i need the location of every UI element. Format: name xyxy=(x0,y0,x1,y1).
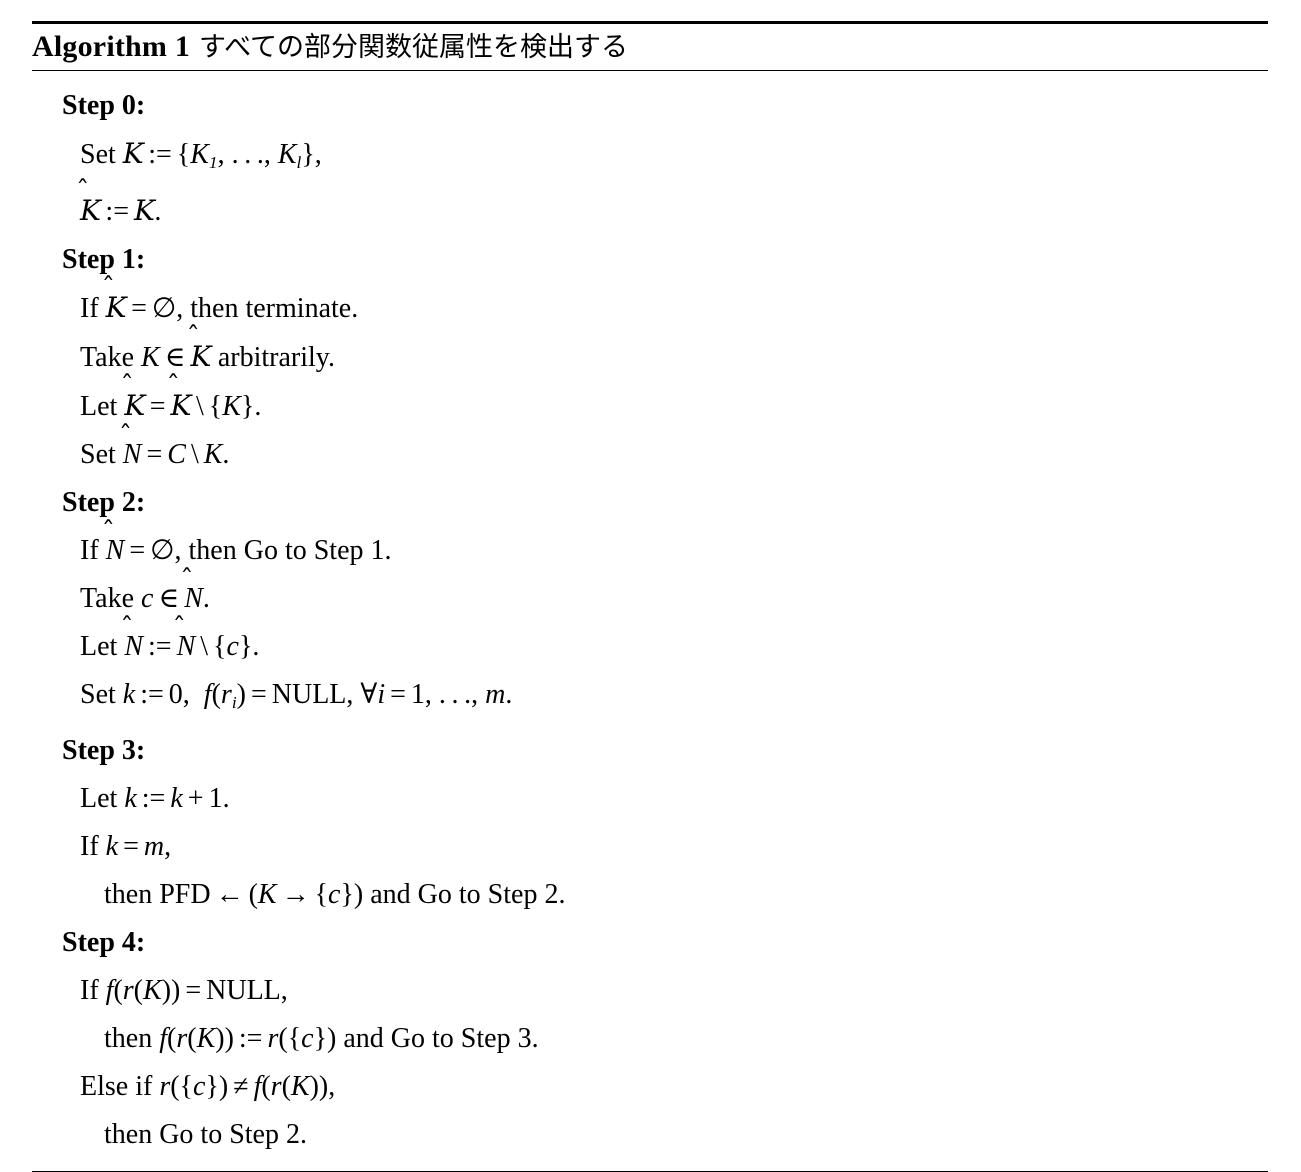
step-group-4: Step 4: If f(r(K)) = NULL, then f(r(K)):= r… xyxy=(32,919,1268,1159)
algorithm-box: Algorithm 1 すべての部分関数従属性を検出する Step 0: Set … xyxy=(32,21,1268,1172)
step-line-2-0: If ̂N=∅, then Go to Step 1. xyxy=(80,534,392,566)
step-group-2: Step 2: If ̂N=∅, then Go to Step 1. Take… xyxy=(32,479,1268,727)
step-line-4-1: then f(r(K)):= r({c}) and Go to Step 3. xyxy=(104,1022,539,1054)
step-line-3-1: If k = m, xyxy=(80,830,172,862)
step-line-1-3: Set ̂N=C\K. xyxy=(80,438,230,470)
step-line-1-1: Take K∈̂K arbitrarily. xyxy=(80,339,335,373)
step-line-1-0: If ̂K=∅, then terminate. xyxy=(80,290,359,324)
step-line-0-0: Set K:= {K1, . . ., Kl}, xyxy=(80,137,322,172)
step-group-1: Step 1: If ̂K=∅, then terminate. Take K∈… xyxy=(32,236,1268,479)
step-group-0: Step 0: Set K:={K1, . . ., Kl}, ̂K:=K. xyxy=(32,82,1268,236)
step-line-2-1: Take c∈̂N. xyxy=(80,582,210,614)
step-header-0: Step 0: xyxy=(62,90,146,121)
step-line-1-2: Let ̂K=̂K\{K}. xyxy=(80,388,262,422)
algorithm-body: Step 0: Set K:={K1, . . ., Kl}, ̂K:=K. S… xyxy=(32,71,1268,1171)
step-line-4-0: If f(r(K)) = NULL, xyxy=(80,974,288,1006)
step-line-3-0: Let k:= k +1. xyxy=(80,782,230,814)
step-line-4-2: Else if r({c}) ≠ f(r(K)), xyxy=(80,1070,336,1102)
step-header-2: Step 2: xyxy=(62,486,146,518)
step-header-1: Step 1: xyxy=(62,243,146,275)
algorithm-title-row: Algorithm 1 すべての部分関数従属性を検出する xyxy=(32,24,1268,70)
step-line-2-2: Let ̂N:=̂N\{c}. xyxy=(80,630,260,662)
step-header-3: Step 3: xyxy=(62,734,146,766)
step-group-3: Step 3: Let k:= k +1. If k = m, then PFD ← (K →… xyxy=(32,727,1268,919)
step-line-0-1: ̂K:=K. xyxy=(80,193,162,227)
algorithm-title: すべての部分関数従属性を検出する xyxy=(199,32,629,63)
step-line-3-2: then PFD ← (K → {c}) and Go to Step 2. xyxy=(104,878,566,910)
step-header-4: Step 4: xyxy=(62,926,146,958)
step-line-2-3: Set k:= 0, f(ri) = NULL, ∀i = 1, . . ., m. xyxy=(80,678,513,712)
algorithm-label: Algorithm 1 xyxy=(32,30,191,63)
